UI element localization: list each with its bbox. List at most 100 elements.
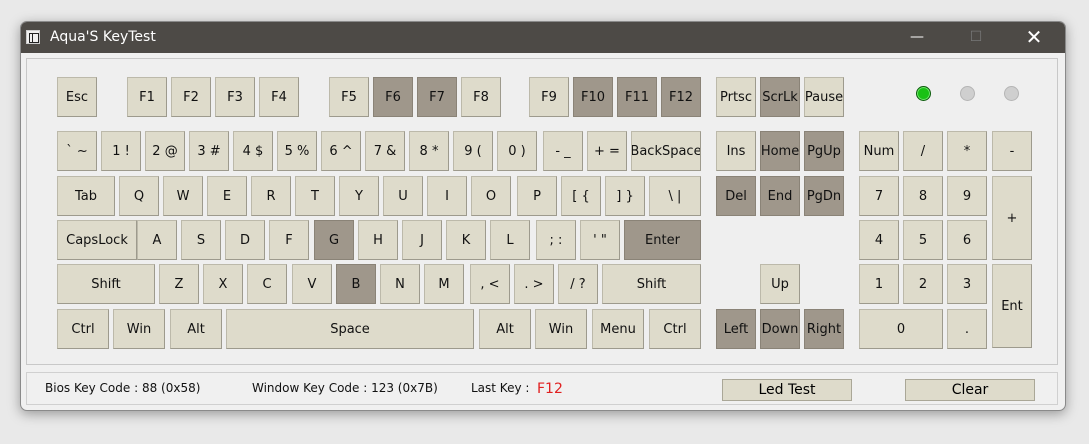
key-period[interactable]: . > (514, 264, 554, 304)
minimize-button[interactable]: — (894, 22, 940, 53)
key-v[interactable]: V (292, 264, 332, 304)
key-z[interactable]: Z (159, 264, 199, 304)
key-f12[interactable]: F12 (661, 77, 701, 117)
key-u[interactable]: U (383, 176, 423, 216)
key-left-arrow[interactable]: Left (716, 309, 756, 349)
key-t[interactable]: T (295, 176, 335, 216)
key-kp-plus[interactable]: + (992, 176, 1032, 260)
key-9[interactable]: 9 ( (453, 131, 493, 171)
key-backslash[interactable]: \ | (649, 176, 701, 216)
key-f9[interactable]: F9 (529, 77, 569, 117)
key-f2[interactable]: F2 (171, 77, 211, 117)
key-equal[interactable]: + = (587, 131, 627, 171)
key-p[interactable]: P (517, 176, 557, 216)
key-down-arrow[interactable]: Down (760, 309, 800, 349)
key-f5[interactable]: F5 (329, 77, 369, 117)
key-prtsc[interactable]: Prtsc (716, 77, 756, 117)
key-left-shift[interactable]: Shift (57, 264, 155, 304)
key-5[interactable]: 5 % (277, 131, 317, 171)
key-x[interactable]: X (203, 264, 243, 304)
key-kp-enter[interactable]: Ent (992, 264, 1032, 348)
key-enter[interactable]: Enter (624, 220, 701, 260)
key-kp-9[interactable]: 9 (947, 176, 987, 216)
key-quote[interactable]: ' " (580, 220, 620, 260)
key-kp-dot[interactable]: . (947, 309, 987, 349)
key-f6[interactable]: F6 (373, 77, 413, 117)
key-f7[interactable]: F7 (417, 77, 457, 117)
key-pause[interactable]: Pause (804, 77, 844, 117)
key-esc[interactable]: Esc (57, 77, 97, 117)
key-w[interactable]: W (163, 176, 203, 216)
key-home[interactable]: Home (760, 131, 800, 171)
key-0[interactable]: 0 ) (497, 131, 537, 171)
key-q[interactable]: Q (119, 176, 159, 216)
close-button[interactable]: ✕ (1011, 22, 1057, 53)
key-kp-multiply[interactable]: * (947, 131, 987, 171)
key-menu[interactable]: Menu (592, 309, 644, 349)
key-left-bracket[interactable]: [ { (561, 176, 601, 216)
key-end[interactable]: End (760, 176, 800, 216)
key-kp-divide[interactable]: / (903, 131, 943, 171)
key-right-shift[interactable]: Shift (602, 264, 701, 304)
key-f10[interactable]: F10 (573, 77, 613, 117)
key-l[interactable]: L (490, 220, 530, 260)
key-4[interactable]: 4 $ (233, 131, 273, 171)
key-kp-0[interactable]: 0 (859, 309, 943, 349)
key-s[interactable]: S (181, 220, 221, 260)
key-right-alt[interactable]: Alt (479, 309, 531, 349)
key-backspace[interactable]: BackSpace (631, 131, 701, 171)
key-kp-2[interactable]: 2 (903, 264, 943, 304)
key-j[interactable]: J (402, 220, 442, 260)
key-kp-4[interactable]: 4 (859, 220, 899, 260)
key-n[interactable]: N (380, 264, 420, 304)
key-comma[interactable]: , < (470, 264, 510, 304)
key-o[interactable]: O (471, 176, 511, 216)
key-kp-6[interactable]: 6 (947, 220, 987, 260)
key-6[interactable]: 6 ^ (321, 131, 361, 171)
key-a[interactable]: A (137, 220, 177, 260)
key-h[interactable]: H (358, 220, 398, 260)
key-f8[interactable]: F8 (461, 77, 501, 117)
key-f11[interactable]: F11 (617, 77, 657, 117)
key-f3[interactable]: F3 (215, 77, 255, 117)
key-e[interactable]: E (207, 176, 247, 216)
key-2[interactable]: 2 @ (145, 131, 185, 171)
key-left-ctrl[interactable]: Ctrl (57, 309, 109, 349)
key-right-ctrl[interactable]: Ctrl (649, 309, 701, 349)
clear-button[interactable]: Clear (905, 379, 1035, 401)
key-del[interactable]: Del (716, 176, 756, 216)
key-f4[interactable]: F4 (259, 77, 299, 117)
key-right-win[interactable]: Win (535, 309, 587, 349)
key-slash[interactable]: / ? (558, 264, 598, 304)
led-test-button[interactable]: Led Test (722, 379, 852, 401)
key-8[interactable]: 8 * (409, 131, 449, 171)
key-kp-3[interactable]: 3 (947, 264, 987, 304)
key-g[interactable]: G (314, 220, 354, 260)
key-r[interactable]: R (251, 176, 291, 216)
key-kp-7[interactable]: 7 (859, 176, 899, 216)
key-d[interactable]: D (225, 220, 265, 260)
key-capslock[interactable]: CapsLock (57, 220, 137, 260)
key-kp-5[interactable]: 5 (903, 220, 943, 260)
maximize-button[interactable]: ☐ (953, 22, 999, 53)
key-minus[interactable]: - _ (543, 131, 583, 171)
key-kp-minus[interactable]: - (992, 131, 1032, 171)
key-3[interactable]: 3 # (189, 131, 229, 171)
key-space[interactable]: Space (226, 309, 474, 349)
key-tab[interactable]: Tab (57, 176, 115, 216)
key-i[interactable]: I (427, 176, 467, 216)
key-semicolon[interactable]: ; : (536, 220, 576, 260)
key-ins[interactable]: Ins (716, 131, 756, 171)
key-b[interactable]: B (336, 264, 376, 304)
key-f1[interactable]: F1 (127, 77, 167, 117)
key-scrlk[interactable]: ScrLk (760, 77, 800, 117)
key-right-bracket[interactable]: ] } (605, 176, 645, 216)
key-pgdn[interactable]: PgDn (804, 176, 844, 216)
key-backtick[interactable]: ` ~ (57, 131, 97, 171)
key-pgup[interactable]: PgUp (804, 131, 844, 171)
key-y[interactable]: Y (339, 176, 379, 216)
key-kp-1[interactable]: 1 (859, 264, 899, 304)
key-c[interactable]: C (247, 264, 287, 304)
key-left-alt[interactable]: Alt (170, 309, 222, 349)
key-f[interactable]: F (269, 220, 309, 260)
